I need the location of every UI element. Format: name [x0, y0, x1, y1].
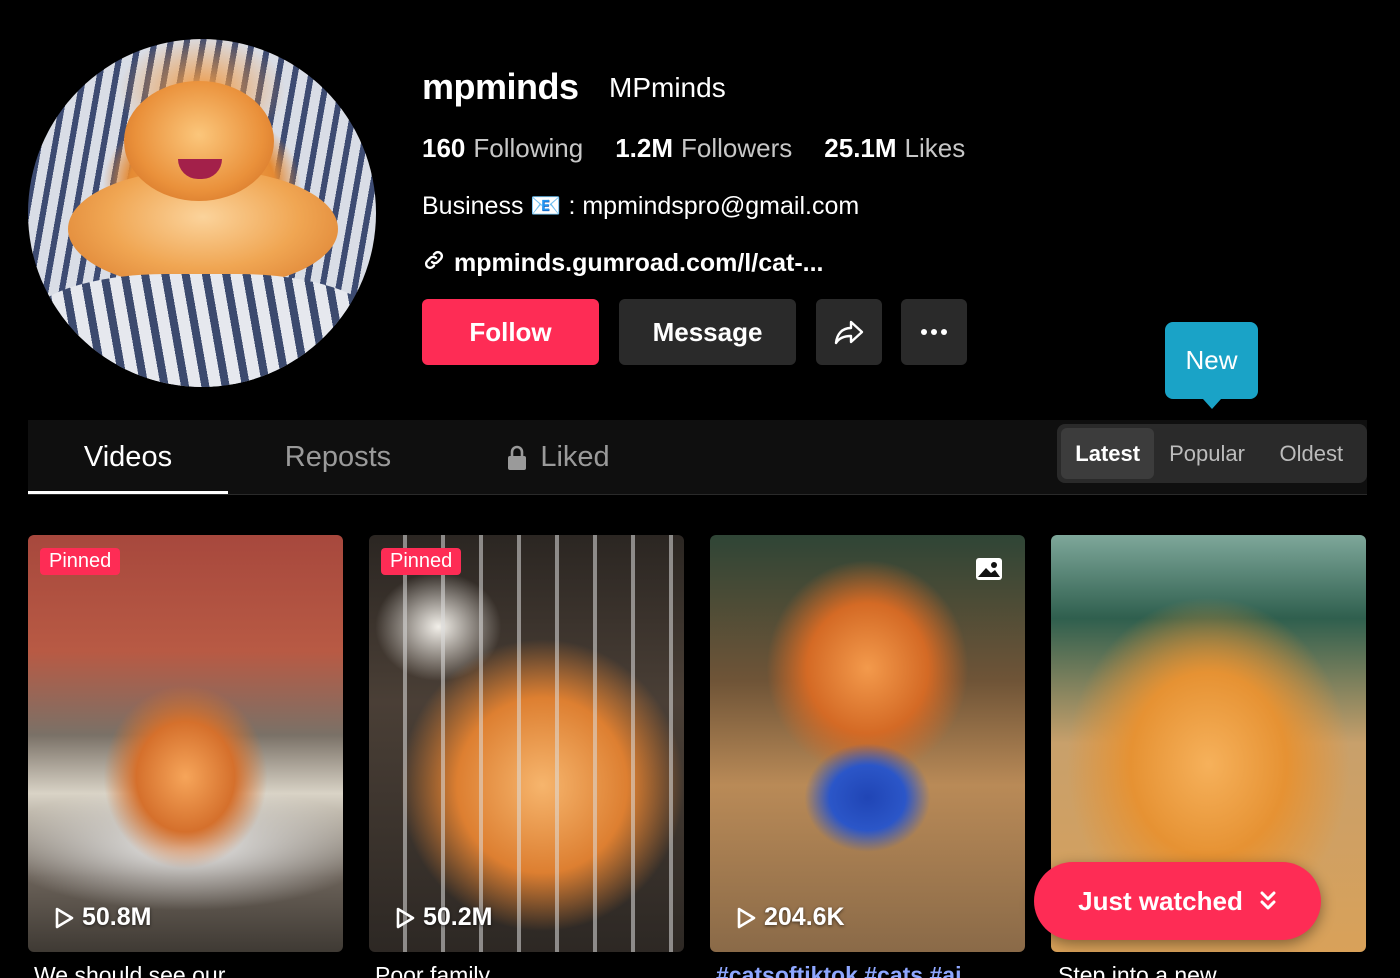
- view-count-value: 204.6K: [764, 903, 845, 931]
- likes-label: Likes: [904, 133, 966, 163]
- tab-liked[interactable]: Liked: [458, 420, 658, 495]
- avatar-blanket: [28, 274, 376, 387]
- sort-latest[interactable]: Latest: [1061, 428, 1155, 479]
- video-caption[interactable]: We should see our: [34, 962, 334, 978]
- profile-nickname: MPminds: [609, 72, 726, 103]
- video-card[interactable]: Pinned 50.8M: [28, 535, 343, 952]
- profile-stats: 160 Following 1.2M Followers 25.1M Likes: [422, 133, 965, 164]
- sort-segmented-control: Latest Popular Oldest: [1057, 424, 1367, 483]
- video-card[interactable]: Pinned 50.2M: [369, 535, 684, 952]
- video-caption[interactable]: Step into a new: [1058, 962, 1358, 978]
- view-count-value: 50.2M: [423, 903, 493, 931]
- profile-username: mpminds: [422, 66, 579, 107]
- more-options-button[interactable]: [901, 299, 967, 365]
- lock-icon: [508, 445, 527, 470]
- double-chevron-down-icon: [1260, 891, 1276, 910]
- sort-popular[interactable]: Popular: [1154, 428, 1259, 479]
- view-count: 50.2M: [395, 903, 492, 932]
- following-count: 160: [422, 133, 466, 163]
- tab-liked-label: Liked: [540, 441, 610, 473]
- profile-bio: Business 📧 : mpmindspro@gmail.com: [422, 192, 860, 220]
- follow-button[interactable]: Follow: [422, 299, 599, 365]
- followers-label: Followers: [681, 133, 793, 163]
- just-watched-label: Just watched: [1078, 885, 1243, 916]
- followers-stat[interactable]: 1.2M Followers: [615, 133, 792, 164]
- message-button[interactable]: Message: [619, 299, 796, 365]
- active-tab-indicator: [28, 491, 228, 494]
- link-icon: [422, 248, 446, 279]
- following-label: Following: [473, 133, 584, 163]
- tab-reposts[interactable]: Reposts: [238, 420, 438, 495]
- photo-icon: [976, 558, 1002, 580]
- view-count: 50.8M: [54, 903, 151, 932]
- play-icon: [55, 907, 74, 928]
- likes-count: 25.1M: [824, 133, 897, 163]
- followers-count: 1.2M: [615, 133, 674, 163]
- play-icon: [396, 907, 415, 928]
- new-feature-tooltip: New: [1165, 322, 1258, 409]
- likes-stat: 25.1M Likes: [824, 133, 965, 164]
- avatar-cat-head: [124, 81, 274, 201]
- following-stat[interactable]: 160 Following: [422, 133, 583, 164]
- video-caption[interactable]: Poor family: [375, 962, 675, 978]
- tab-videos[interactable]: Videos: [28, 420, 228, 495]
- video-caption[interactable]: #catsoftiktok #cats #ai: [716, 962, 1016, 978]
- view-count-value: 50.8M: [82, 903, 152, 931]
- video-card[interactable]: 204.6K: [710, 535, 1025, 952]
- pinned-badge: Pinned: [40, 548, 121, 575]
- sort-oldest[interactable]: Oldest: [1260, 428, 1363, 479]
- share-icon: [834, 320, 864, 345]
- just-watched-button[interactable]: Just watched: [1034, 862, 1321, 940]
- share-button[interactable]: [816, 299, 882, 365]
- view-count: 204.6K: [736, 903, 845, 932]
- pinned-badge: Pinned: [381, 548, 462, 575]
- play-icon: [737, 907, 756, 928]
- profile-link[interactable]: mpminds.gumroad.com/l/cat-...: [422, 248, 824, 279]
- profile-link-text: mpminds.gumroad.com/l/cat-...: [454, 249, 824, 277]
- more-icon: [921, 329, 947, 335]
- profile-avatar[interactable]: [28, 39, 376, 387]
